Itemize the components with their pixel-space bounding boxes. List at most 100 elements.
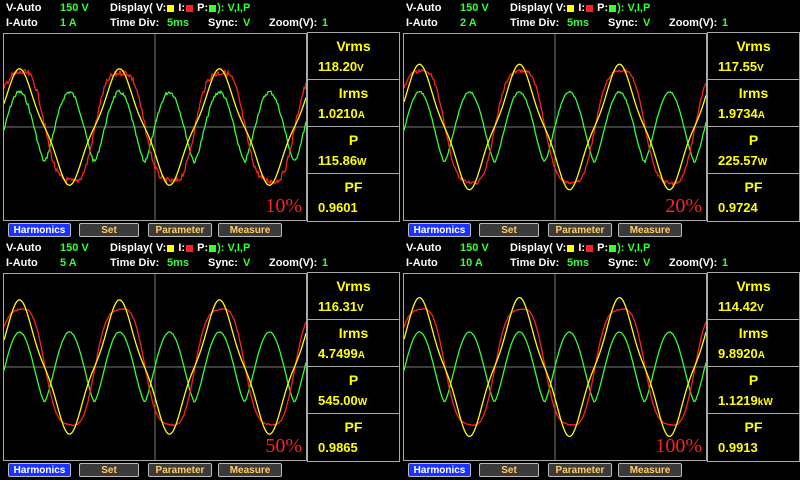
- time-div-value[interactable]: 5ms: [167, 17, 189, 29]
- meter-panel-2: V-Auto 150 V I-Auto 2 A Display( V: I: P…: [400, 0, 800, 240]
- harmonics-button[interactable]: Harmonics: [408, 223, 471, 237]
- irms-value: 1.9734A: [718, 106, 765, 121]
- vrms-number: 116.31: [318, 299, 358, 314]
- v-range-value[interactable]: 150 V: [460, 242, 489, 254]
- power-swatch: [609, 244, 617, 252]
- i-range-label: I-Auto: [6, 257, 38, 269]
- parameter-button[interactable]: Parameter: [548, 223, 612, 237]
- set-button[interactable]: Set: [479, 463, 539, 477]
- vrms-unit: V: [357, 303, 364, 314]
- zoom-value[interactable]: 1: [322, 17, 328, 29]
- pf-cell: PF 0.9724: [708, 174, 799, 221]
- status-header: V-Auto 150 V I-Auto 10 A Display( V: I: …: [400, 240, 800, 272]
- set-button[interactable]: Set: [479, 223, 539, 237]
- waveform-display: 10%: [3, 33, 307, 221]
- zoom-value[interactable]: 1: [322, 257, 328, 269]
- meter-panel-3: V-Auto 150 V I-Auto 5 A Display( V: I: P…: [0, 240, 400, 480]
- pf-label: PF: [344, 179, 363, 195]
- measurement-panel: Vrms 117.55V Irms 1.9734A P 225.57W PF 0…: [707, 32, 800, 222]
- power-value: 545.00W: [318, 393, 367, 408]
- display-value: ): V,I,P: [217, 2, 251, 14]
- harmonics-button[interactable]: Harmonics: [8, 223, 71, 237]
- vrms-unit: V: [357, 63, 364, 74]
- power-cell: P 225.57W: [708, 127, 799, 174]
- time-div-label: Time Div:: [110, 17, 160, 29]
- i-range-label: I-Auto: [406, 257, 438, 269]
- zoom-value[interactable]: 1: [722, 257, 728, 269]
- power-unit: W: [357, 397, 368, 408]
- vrms-label: Vrms: [736, 38, 771, 54]
- sync-value[interactable]: V: [243, 17, 250, 29]
- power-cell: P 115.86W: [308, 127, 399, 174]
- irms-label: Irms: [338, 85, 369, 101]
- time-div-value[interactable]: 5ms: [567, 17, 589, 29]
- sync-label: Sync:: [208, 17, 238, 29]
- display-value: ): V,I,P: [617, 2, 651, 14]
- display-setting[interactable]: Display( V: I: P:): V,I,P: [510, 2, 650, 14]
- measure-button[interactable]: Measure: [218, 223, 282, 237]
- measure-button[interactable]: Measure: [218, 463, 282, 477]
- v-range-label: V-Auto: [6, 2, 42, 14]
- display-label: Display( V:: [110, 2, 167, 14]
- vrms-cell: Vrms 116.31V: [308, 273, 399, 320]
- display-setting[interactable]: Display( V: I: P: ): V,I,P: [110, 2, 250, 14]
- sync-value[interactable]: V: [643, 17, 650, 29]
- i-range-label: I-Auto: [406, 17, 438, 29]
- v-range-value[interactable]: 150 V: [60, 2, 89, 14]
- parameter-button[interactable]: Parameter: [148, 223, 212, 237]
- measure-button[interactable]: Measure: [618, 223, 682, 237]
- waveform-plot: [404, 34, 706, 220]
- pf-cell: PF 0.9865: [308, 414, 399, 461]
- v-range-label: V-Auto: [6, 242, 42, 254]
- harmonics-button[interactable]: Harmonics: [408, 463, 471, 477]
- vrms-value: 114.42V: [718, 299, 764, 314]
- zoom-label: Zoom(V):: [669, 257, 718, 269]
- irms-number: 1.0210: [318, 106, 358, 121]
- power-unit: W: [357, 157, 367, 168]
- vrms-unit: V: [757, 63, 764, 74]
- v-range-value[interactable]: 150 V: [460, 2, 489, 14]
- pf-cell: PF 0.9601: [308, 174, 399, 221]
- irms-number: 9.8920: [718, 346, 758, 361]
- irms-label: Irms: [738, 85, 769, 101]
- meter-panel-4: V-Auto 150 V I-Auto 10 A Display( V: I: …: [400, 240, 800, 480]
- parameter-button[interactable]: Parameter: [148, 463, 212, 477]
- set-button[interactable]: Set: [79, 223, 139, 237]
- pf-label: PF: [744, 419, 763, 435]
- pf-label: PF: [344, 419, 363, 435]
- display-setting[interactable]: Display( V: I: P:): V,I,P: [510, 242, 650, 254]
- i-range-label: I-Auto: [6, 17, 38, 29]
- i-range-value[interactable]: 10 A: [460, 257, 483, 269]
- sync-value[interactable]: V: [243, 257, 250, 269]
- voltage-swatch: [167, 4, 175, 12]
- time-div-value[interactable]: 5ms: [567, 257, 589, 269]
- zoom-value[interactable]: 1: [722, 17, 728, 29]
- display-label: Display( V:: [510, 242, 567, 254]
- waveform-plot: [4, 34, 306, 220]
- i-range-value[interactable]: 5 A: [60, 257, 77, 269]
- load-percent: 100%: [655, 435, 702, 457]
- zoom-label: Zoom(V):: [269, 17, 318, 29]
- load-percent: 20%: [665, 195, 702, 217]
- display-p-label: P:: [197, 2, 209, 14]
- v-range-value[interactable]: 150 V: [60, 242, 89, 254]
- display-i-label: I:: [578, 2, 586, 14]
- measurement-panel: Vrms 116.31V Irms 4.7499A P 545.00W PF 0…: [307, 272, 400, 462]
- measure-button[interactable]: Measure: [618, 463, 682, 477]
- set-button[interactable]: Set: [79, 463, 139, 477]
- v-range-label: V-Auto: [406, 242, 442, 254]
- sync-value[interactable]: V: [643, 257, 650, 269]
- display-setting[interactable]: Display( V: I: P:): V,I,P: [110, 242, 250, 254]
- display-i-label: I:: [178, 2, 186, 14]
- i-range-value[interactable]: 1 A: [60, 17, 77, 29]
- harmonics-button[interactable]: Harmonics: [8, 463, 71, 477]
- i-range-value[interactable]: 2 A: [460, 17, 477, 29]
- time-div-value[interactable]: 5ms: [167, 257, 189, 269]
- vrms-unit: V: [757, 303, 764, 314]
- power-value: 1.1219kW: [718, 393, 773, 408]
- vrms-cell: Vrms 114.42V: [708, 273, 799, 320]
- parameter-button[interactable]: Parameter: [548, 463, 612, 477]
- load-percent: 10%: [265, 195, 302, 217]
- status-header: V-Auto 150 V I-Auto 2 A Display( V: I: P…: [400, 0, 800, 32]
- irms-number: 4.7499: [318, 346, 358, 361]
